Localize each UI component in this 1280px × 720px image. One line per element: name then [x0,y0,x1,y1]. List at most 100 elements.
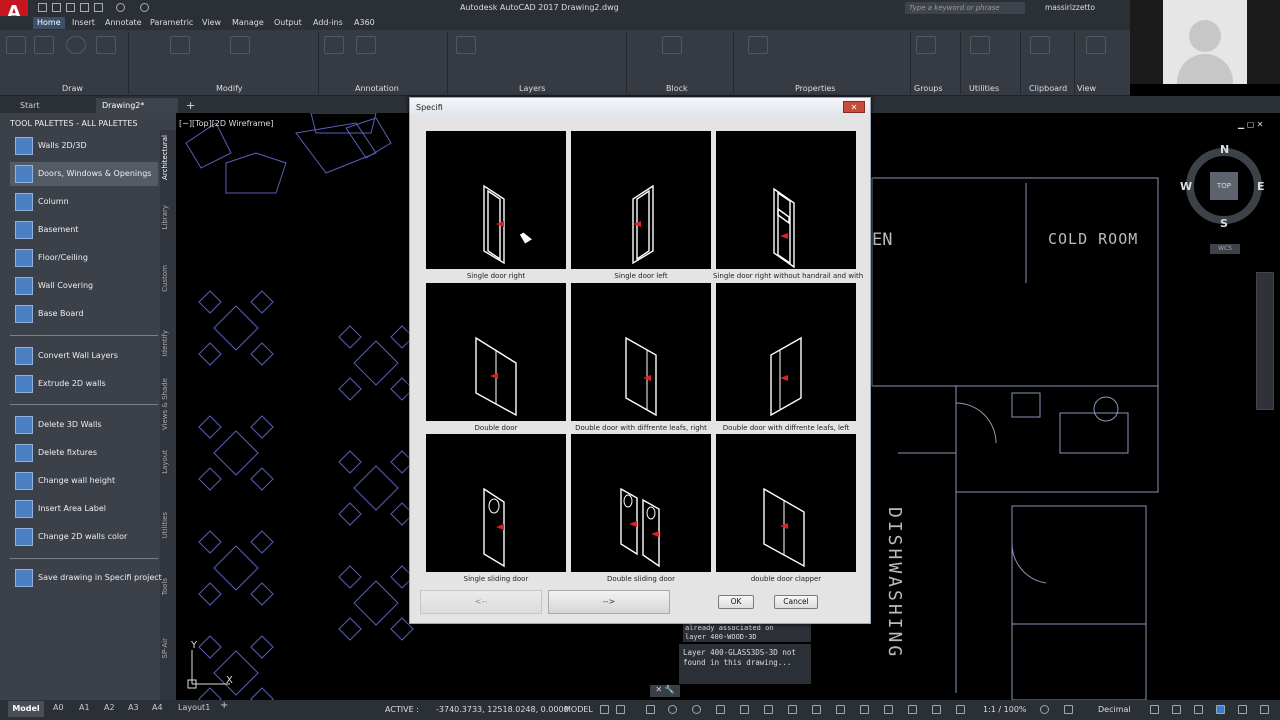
palette-item[interactable]: Delete 3D Walls [10,413,158,437]
snap-icon[interactable] [616,705,625,714]
annotation-scale-icon[interactable] [956,705,965,714]
layer-properties-icon[interactable] [456,36,476,54]
palette-side-tab[interactable]: Tools [161,578,175,595]
annotation-scale-readout[interactable]: 1:1 / 100% [983,705,1027,714]
isodraft-icon[interactable] [692,705,701,714]
palette-item[interactable]: Doors, Windows & Openings [10,162,158,186]
annotation-visibility-icon[interactable] [908,705,917,714]
door-option[interactable] [571,131,711,269]
palette-side-tab[interactable]: Library [161,205,175,229]
door-option[interactable] [426,434,566,572]
palette-item[interactable]: Change 2D walls color [10,525,158,549]
3d-osnap-icon[interactable] [812,705,821,714]
object-snap-icon[interactable] [716,705,725,714]
selection-cycling-icon[interactable] [788,705,797,714]
search-input[interactable]: Type a keyword or phrase [905,2,1025,14]
command-line-controls[interactable]: ✕ 🔧 [650,685,680,697]
auto-scale-icon[interactable] [932,705,941,714]
add-layout-icon[interactable]: + [220,700,228,711]
panel-groups[interactable]: Groups [914,84,943,93]
panel-layers[interactable]: Layers [519,84,545,93]
palette-side-tab[interactable]: Identify [161,330,175,356]
panel-annotation[interactable]: Annotation [355,84,399,93]
view-icon[interactable] [1086,36,1106,54]
palette-item[interactable]: Column [10,190,158,214]
file-tab-drawing2[interactable]: Drawing2* [96,98,178,113]
ok-button[interactable]: OK [718,595,754,609]
tab-output[interactable]: Output [270,17,306,29]
paste-icon[interactable] [1030,36,1050,54]
measure-icon[interactable] [970,36,990,54]
compass-east[interactable]: E [1257,180,1265,193]
lineweight-icon[interactable] [740,705,749,714]
compass-west[interactable]: W [1180,180,1192,193]
palette-side-tab[interactable]: SP-Air [161,638,175,659]
dynamic-ucs-icon[interactable] [836,705,845,714]
match-properties-icon[interactable] [748,36,768,54]
gizmo-icon[interactable] [884,705,893,714]
tab-a360[interactable]: A360 [350,17,379,29]
palette-item[interactable]: Extrude 2D walls [10,372,158,396]
line-icon[interactable] [6,36,26,54]
panel-draw[interactable]: Draw [62,84,83,93]
clean-screen-icon[interactable] [1238,705,1247,714]
viewport-controls-label[interactable]: [−][Top][2D Wireframe] [179,119,273,128]
layout-tab-model[interactable]: Model [8,701,44,717]
circle-icon[interactable] [66,36,86,54]
dialog-close-button[interactable]: ✕ [843,101,865,113]
layout-tab-a4[interactable]: A4 [152,703,163,712]
tab-parametric[interactable]: Parametric [146,17,197,29]
layout-tab-a0[interactable]: A0 [53,703,64,712]
tab-annotate[interactable]: Annotate [101,17,146,29]
open-icon[interactable] [52,3,61,12]
dimension-icon[interactable] [356,36,376,54]
door-option[interactable] [571,434,711,572]
panel-view[interactable]: View [1077,84,1096,93]
save-icon[interactable] [66,3,75,12]
viewcube-top-face[interactable]: TOP [1210,172,1238,200]
palette-side-tab[interactable]: Views & Shade [161,378,175,430]
tab-view[interactable]: View [198,17,225,29]
door-option[interactable] [716,434,856,572]
palette-item[interactable]: Change wall height [10,469,158,493]
workspace-gear-icon[interactable] [1040,705,1049,714]
arc-icon[interactable] [96,36,116,54]
viewport-window-controls[interactable]: ▁ ▢ ✕ [1238,120,1264,129]
compass-north[interactable]: N [1220,143,1229,156]
transparency-icon[interactable] [764,705,773,714]
layout-tab-a2[interactable]: A2 [104,703,115,712]
panel-block[interactable]: Block [666,84,688,93]
customization-icon[interactable] [1260,705,1269,714]
palette-item[interactable]: Walls 2D/3D [10,134,158,158]
door-option[interactable] [716,131,856,269]
palette-side-tab[interactable]: Architectural [161,135,175,180]
previous-page-button[interactable]: <-- [420,590,542,614]
palette-item[interactable]: Save drawing in Specifi project [10,566,162,590]
isolate-objects-icon[interactable] [1194,705,1203,714]
redo-icon[interactable] [140,3,149,12]
tab-insert[interactable]: Insert [68,17,99,29]
group-icon[interactable] [916,36,936,54]
layout-tab-a3[interactable]: A3 [128,703,139,712]
text-icon[interactable] [324,36,344,54]
tab-add-ins[interactable]: Add-ins [309,17,347,29]
polar-icon[interactable] [668,705,677,714]
palette-side-tab[interactable]: Utilities [161,512,175,538]
graphics-performance-icon[interactable] [1216,705,1225,714]
layout-tab-layout1[interactable]: Layout1 [178,703,210,712]
next-page-button[interactable]: --> [548,590,670,614]
palette-item[interactable]: Insert Area Label [10,497,158,521]
selection-filter-icon[interactable] [860,705,869,714]
file-tab-start[interactable]: Start [14,98,94,113]
panel-clipboard[interactable]: Clipboard [1029,84,1067,93]
door-option[interactable] [426,283,566,421]
palette-item[interactable]: Delete fixtures [10,441,158,465]
new-tab-icon[interactable]: + [186,99,195,112]
compass-south[interactable]: S [1220,217,1228,230]
wcs-menu[interactable]: WCS [1210,244,1240,254]
tab-home[interactable]: Home [33,17,65,29]
navigation-bar[interactable] [1256,272,1274,410]
new-icon[interactable] [38,3,47,12]
panel-utilities[interactable]: Utilities [969,84,999,93]
units-readout[interactable]: Decimal [1098,705,1131,714]
